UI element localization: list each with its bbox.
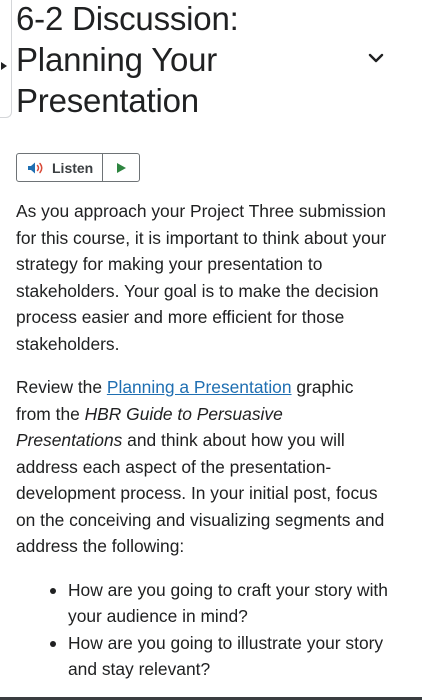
listen-label: Listen bbox=[52, 159, 94, 176]
intro-paragraph: As you approach your Project Three submi… bbox=[16, 201, 387, 354]
planning-presentation-link[interactable]: Planning a Presentation bbox=[107, 377, 292, 397]
page-title: 6-2 Discussion: Planning Your Presentati… bbox=[16, 0, 239, 119]
question-list: How are you going to craft your story wi… bbox=[16, 577, 388, 683]
play-button[interactable] bbox=[103, 154, 139, 181]
list-item: How are you going to craft your story wi… bbox=[16, 577, 388, 630]
list-item: How are you going to illustrate your sto… bbox=[16, 630, 388, 683]
instructions-prefix: Review the bbox=[16, 377, 107, 397]
discussion-page: 6-2 Discussion: Planning Your Presentati… bbox=[0, 0, 422, 700]
speaker-icon bbox=[28, 162, 43, 173]
side-panel-toggle[interactable] bbox=[0, 0, 12, 118]
discussion-prompt: As you approach your Project Three submi… bbox=[16, 198, 388, 683]
play-icon bbox=[117, 162, 126, 173]
listen-widget: Listen bbox=[16, 153, 140, 182]
listen-button[interactable]: Listen bbox=[17, 154, 103, 181]
instructions-paragraph: Review the Planning a Presentation graph… bbox=[16, 374, 388, 560]
caret-right-icon bbox=[1, 62, 7, 70]
chevron-down-icon[interactable] bbox=[366, 48, 386, 68]
